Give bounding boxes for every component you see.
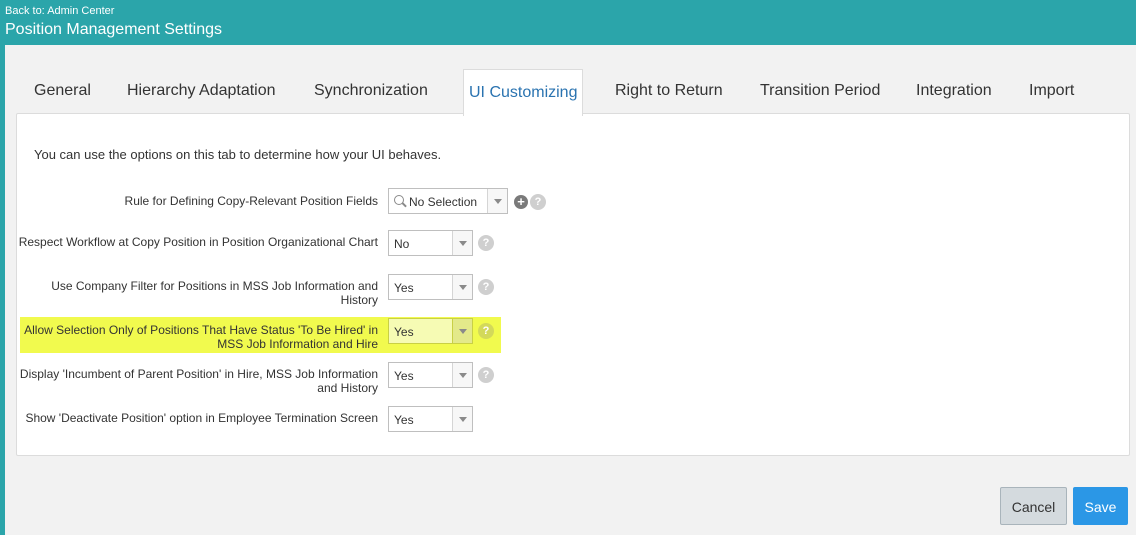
tab-general[interactable]: General (34, 68, 91, 114)
select-value: Yes (394, 369, 414, 383)
select-value: Yes (394, 413, 414, 427)
chevron-down-icon[interactable] (452, 231, 472, 255)
setting-label-copy-relevant-fields: Rule for Defining Copy-Relevant Position… (124, 194, 378, 208)
page-title: Position Management Settings (5, 21, 223, 38)
respect-workflow-select[interactable]: No (388, 230, 473, 256)
chevron-down-icon[interactable] (452, 275, 472, 299)
help-icon[interactable]: ? (478, 235, 494, 251)
help-icon[interactable]: ? (478, 367, 494, 383)
app-header: Back to: Admin Center Position Managemen… (0, 0, 1136, 45)
tab-synchronization[interactable]: Synchronization (314, 68, 428, 114)
select-value: Yes (394, 325, 414, 339)
setting-label-status-to-be-hired: Allow Selection Only of Positions That H… (24, 323, 378, 351)
incumbent-parent-select[interactable]: Yes (388, 362, 473, 388)
deactivate-position-select[interactable]: Yes (388, 406, 473, 432)
select-value: No (394, 237, 410, 251)
cancel-button[interactable]: Cancel (1000, 487, 1067, 525)
chevron-down-icon[interactable] (487, 189, 507, 213)
back-to-admin-center-link[interactable]: Back to: Admin Center (5, 5, 114, 17)
setting-label-deactivate-position: Show 'Deactivate Position' option in Emp… (25, 411, 378, 425)
help-icon[interactable]: ? (478, 323, 494, 339)
select-value: No Selection (409, 195, 478, 209)
setting-label-company-filter: Use Company Filter for Positions in MSS … (51, 279, 378, 307)
tab-bar: General Hierarchy Adaptation Synchroniza… (16, 68, 1130, 116)
copy-relevant-fields-select[interactable]: No Selection (388, 188, 508, 214)
select-value: Yes (394, 281, 414, 295)
help-icon[interactable]: ? (478, 279, 494, 295)
status-to-be-hired-select[interactable]: Yes (388, 318, 473, 344)
add-icon[interactable]: + (514, 195, 528, 209)
help-icon[interactable]: ? (530, 194, 546, 210)
tab-ui-customizing[interactable]: UI Customizing (463, 69, 584, 116)
setting-label-incumbent-parent: Display 'Incumbent of Parent Position' i… (19, 367, 378, 395)
left-accent-stripe (0, 45, 5, 535)
tab-right-to-return[interactable]: Right to Return (615, 68, 723, 114)
setting-label-respect-workflow: Respect Workflow at Copy Position in Pos… (18, 235, 378, 249)
tab-transition-period[interactable]: Transition Period (760, 68, 880, 114)
save-button[interactable]: Save (1073, 487, 1128, 525)
chevron-down-icon[interactable] (452, 363, 472, 387)
tab-integration[interactable]: Integration (916, 68, 992, 114)
tab-import[interactable]: Import (1029, 68, 1074, 114)
intro-text: You can use the options on this tab to d… (34, 147, 442, 162)
ui-customizing-panel: You can use the options on this tab to d… (16, 113, 1130, 456)
chevron-down-icon[interactable] (452, 319, 472, 343)
chevron-down-icon[interactable] (452, 407, 472, 431)
search-icon (394, 195, 404, 205)
tab-hierarchy-adaptation[interactable]: Hierarchy Adaptation (127, 68, 276, 114)
company-filter-select[interactable]: Yes (388, 274, 473, 300)
